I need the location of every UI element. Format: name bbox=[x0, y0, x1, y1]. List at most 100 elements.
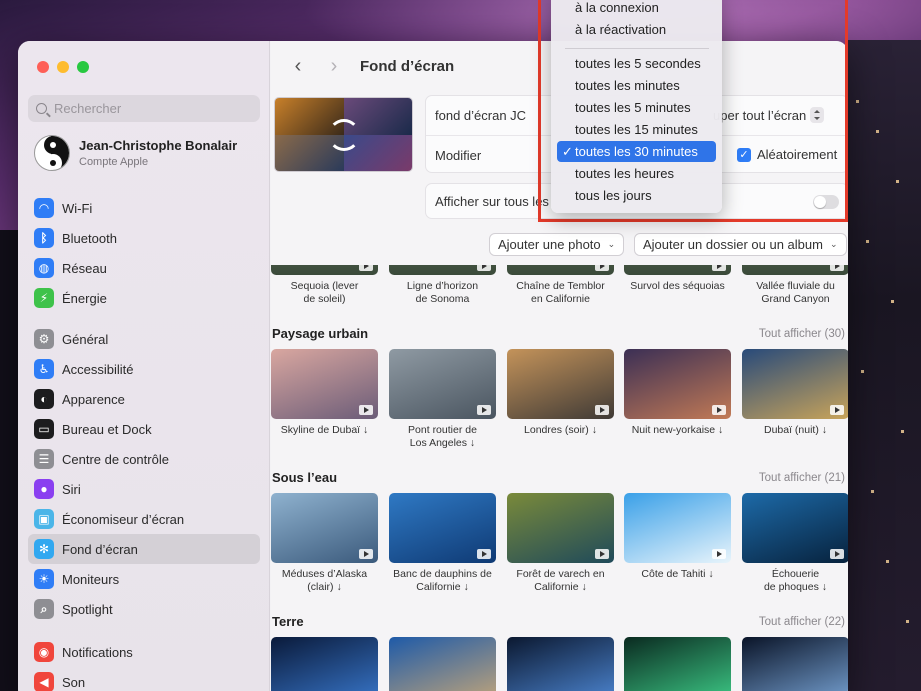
sidebar-item[interactable]: ♿ Accessibilité bbox=[28, 354, 260, 384]
modify-label: Modifier bbox=[435, 147, 482, 163]
dock-icon: ▭ bbox=[34, 419, 54, 439]
menu-item-label: tous les jours bbox=[575, 188, 652, 203]
video-icon bbox=[595, 549, 609, 559]
wallpaper-thumbnail[interactable] bbox=[742, 637, 848, 691]
close-button[interactable] bbox=[37, 61, 49, 73]
wallpaper-preview[interactable] bbox=[274, 97, 413, 172]
wallpaper-thumbnail[interactable] bbox=[389, 637, 496, 691]
search-field[interactable] bbox=[28, 95, 260, 122]
section-title: Sous l’eau bbox=[272, 470, 338, 485]
sidebar-item[interactable]: ⌕ Spotlight bbox=[28, 594, 260, 624]
wallpaper-thumbnail[interactable] bbox=[507, 265, 614, 275]
add-photo-button[interactable]: Ajouter une photo ⌄ bbox=[489, 233, 625, 256]
bell-icon: ◉ bbox=[34, 642, 54, 662]
wallpaper-thumbnail[interactable] bbox=[742, 349, 848, 419]
wallpaper-gallery: Sequoia (lever de soleil) Ligne d’horizon… bbox=[271, 265, 848, 691]
wallpaper-thumbnail[interactable] bbox=[389, 265, 496, 275]
wallpaper-thumbnail[interactable] bbox=[389, 493, 496, 563]
account-subtitle: Compte Apple bbox=[79, 156, 149, 168]
apple-account[interactable]: Jean-Christophe Bonalair Compte Apple bbox=[34, 135, 237, 171]
wallpaper-thumbnail[interactable] bbox=[271, 265, 378, 275]
show-all-link[interactable]: Tout afficher (30) bbox=[759, 328, 845, 340]
wallpaper-caption: Banc de dauphins de Californie ↓ bbox=[393, 568, 492, 593]
wallpaper-icon: ✻ bbox=[34, 539, 54, 559]
sidebar-item[interactable]: ▣ Économiseur d’écran bbox=[28, 504, 260, 534]
menu-item[interactable]: tous les jours bbox=[557, 185, 716, 206]
menu-item[interactable]: à la connexion bbox=[557, 0, 716, 18]
menu-item[interactable]: toutes les 5 minutes bbox=[557, 97, 716, 118]
wallpaper-thumbnail[interactable] bbox=[624, 349, 731, 419]
wallpaper-caption: Ligne d’horizon de Sonoma bbox=[406, 280, 479, 305]
back-button[interactable]: ‹ bbox=[286, 54, 310, 78]
wallpaper-thumbnail[interactable] bbox=[507, 349, 614, 419]
sidebar-item[interactable]: ᛒ Bluetooth bbox=[28, 223, 260, 253]
menu-item[interactable]: toutes les 15 minutes bbox=[557, 119, 716, 140]
section-title: Paysage urbain bbox=[272, 326, 369, 341]
sidebar-group: ⚙ Général ♿ Accessibilité ◐ Apparence ▭ Bureau … bbox=[28, 324, 260, 624]
wallpaper-caption: Forêt de varech en Californie ↓ bbox=[516, 568, 605, 593]
wallpaper-thumbnail[interactable] bbox=[624, 637, 731, 691]
menu-item[interactable]: toutes les minutes bbox=[557, 75, 716, 96]
menu-item[interactable]: toutes les heures bbox=[557, 163, 716, 184]
menu-item[interactable]: à la réactivation bbox=[557, 19, 716, 40]
change-interval-menu: à la connexion à la réactivation toutes le… bbox=[551, 0, 722, 213]
show-all-spaces-label: Afficher sur tous les bbox=[435, 193, 549, 209]
search-input[interactable] bbox=[54, 101, 234, 116]
sidebar-item-label: Accessibilité bbox=[62, 361, 134, 377]
sidebar-item-label: Son bbox=[62, 674, 86, 690]
add-folder-button[interactable]: Ajouter un dossier ou un album ⌄ bbox=[634, 233, 847, 256]
menu-item[interactable]: toutes les 5 secondes bbox=[557, 53, 716, 74]
wallpaper-thumbnail[interactable] bbox=[742, 265, 848, 275]
search-icon bbox=[36, 103, 47, 114]
video-icon bbox=[595, 405, 609, 415]
wallpaper-caption: Sequoia (lever de soleil) bbox=[290, 280, 359, 305]
wallpaper-caption: Échouerie de phoques ↓ bbox=[763, 568, 828, 593]
menu-item[interactable]: ✓ toutes les 30 minutes bbox=[557, 141, 716, 162]
wallpaper-thumbnail[interactable] bbox=[507, 637, 614, 691]
sidebar-item[interactable]: ◠ Wi-Fi bbox=[28, 193, 260, 223]
wallpaper-thumbnail[interactable] bbox=[624, 493, 731, 563]
account-name: Jean-Christophe Bonalair bbox=[79, 138, 238, 153]
show-all-link[interactable]: Tout afficher (22) bbox=[759, 616, 845, 628]
video-icon bbox=[595, 265, 609, 271]
chevron-down-icon: ⌄ bbox=[829, 239, 838, 249]
zoom-button[interactable] bbox=[77, 61, 89, 73]
add-photo-label: Ajouter une photo bbox=[498, 237, 601, 252]
screensaver-icon: ▣ bbox=[34, 509, 54, 529]
wallpaper-thumbnail[interactable] bbox=[389, 349, 496, 419]
bluetooth-icon: ᛒ bbox=[34, 228, 54, 248]
sidebar-item-label: Wi-Fi bbox=[62, 200, 93, 216]
avatar bbox=[34, 135, 70, 171]
wallpaper-thumbnail[interactable] bbox=[507, 493, 614, 563]
sidebar-item[interactable]: ▭ Bureau et Dock bbox=[28, 414, 260, 444]
menu-item-label: toutes les minutes bbox=[575, 78, 680, 93]
sidebar-item[interactable]: ◀ Son bbox=[28, 667, 260, 691]
video-icon bbox=[830, 405, 844, 415]
sidebar-item[interactable]: ✻ Fond d’écran bbox=[28, 534, 260, 564]
minimize-button[interactable] bbox=[57, 61, 69, 73]
wallpaper-thumbnail[interactable] bbox=[271, 349, 378, 419]
wallpaper-thumbnail[interactable] bbox=[624, 265, 731, 275]
sidebar-item[interactable]: ☰ Centre de contrôle bbox=[28, 444, 260, 474]
shuffle-sync-icon bbox=[328, 119, 360, 151]
menu-item-label: à la réactivation bbox=[575, 22, 667, 37]
speaker-icon: ◀ bbox=[34, 672, 54, 691]
wallpaper-thumbnail[interactable] bbox=[742, 493, 848, 563]
sidebar-item[interactable]: ⚡ Énergie bbox=[28, 283, 260, 313]
wallpaper-thumbnail[interactable] bbox=[271, 493, 378, 563]
wallpaper-thumbnail[interactable] bbox=[271, 637, 378, 691]
sidebar-group: ◠ Wi-Fi ᛒ Bluetooth ◍ Réseau ⚡ Énergie bbox=[28, 193, 260, 313]
menu-separator bbox=[565, 48, 709, 49]
sidebar-item[interactable]: ☀ Moniteurs bbox=[28, 564, 260, 594]
sidebar-item[interactable]: ⚙ Général bbox=[28, 324, 260, 354]
sidebar-item[interactable]: ● Siri bbox=[28, 474, 260, 504]
sidebar-item[interactable]: ◍ Réseau bbox=[28, 253, 260, 283]
chevron-down-icon: ⌄ bbox=[607, 239, 616, 249]
video-icon bbox=[359, 549, 373, 559]
forward-button[interactable]: › bbox=[322, 54, 346, 78]
sidebar-item[interactable]: ◐ Apparence bbox=[28, 384, 260, 414]
show-all-link[interactable]: Tout afficher (21) bbox=[759, 472, 845, 484]
sidebar: Jean-Christophe Bonalair Compte Apple ◠ W… bbox=[18, 41, 270, 691]
sidebar-item[interactable]: ◉ Notifications bbox=[28, 637, 260, 667]
sidebar-item-label: Centre de contrôle bbox=[62, 451, 169, 467]
